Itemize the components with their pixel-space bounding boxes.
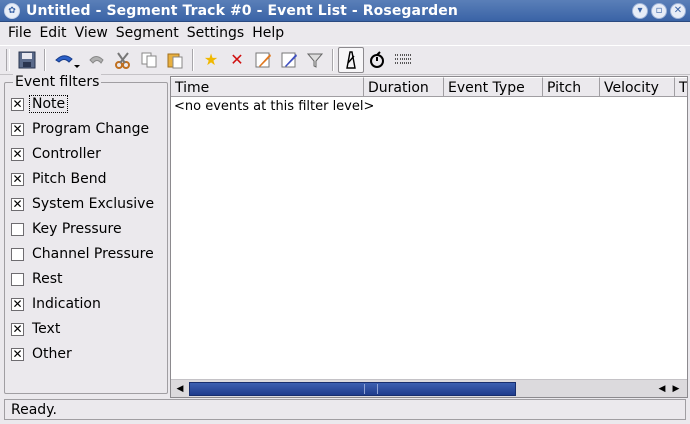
- close-icon[interactable]: ✕: [670, 3, 686, 19]
- rosegarden-icon[interactable]: ✿: [4, 2, 20, 19]
- title-bar[interactable]: ✿ Untitled - Segment Track #0 - Event Li…: [0, 0, 690, 22]
- filter-text[interactable]: ✕ Text: [11, 319, 60, 339]
- paste-icon[interactable]: [162, 47, 188, 73]
- status-text: Ready.: [11, 401, 57, 418]
- horizontal-scrollbar[interactable]: ◀ ◀ ▶: [171, 379, 687, 397]
- scrollbar-thumb[interactable]: [189, 382, 516, 396]
- delete-icon[interactable]: ✕: [224, 47, 250, 73]
- copy-icon[interactable]: [136, 47, 162, 73]
- column-pitch[interactable]: Pitch: [543, 77, 600, 97]
- filter-label: Other: [32, 346, 72, 362]
- checkbox-system-exclusive[interactable]: ✕: [11, 197, 24, 211]
- cut-icon[interactable]: [110, 47, 136, 73]
- column-t[interactable]: T: [675, 77, 687, 97]
- redo-icon[interactable]: [84, 47, 110, 73]
- menu-file[interactable]: File: [4, 25, 35, 41]
- checkbox-note[interactable]: ✕: [11, 97, 24, 111]
- filter-other[interactable]: ✕ Other: [11, 344, 72, 364]
- filter-rest[interactable]: Rest: [11, 269, 63, 289]
- insert-icon[interactable]: ★: [198, 47, 224, 73]
- checkbox-key-pressure[interactable]: [11, 222, 24, 236]
- minimize-icon[interactable]: ▾: [632, 3, 648, 19]
- checkbox-other[interactable]: ✕: [11, 347, 24, 361]
- toolbar-separator: [192, 49, 194, 71]
- scroll-right-icon[interactable]: ▶: [669, 382, 683, 396]
- filter-label: Text: [32, 321, 61, 337]
- filter-system-exclusive[interactable]: ✕ System Exclusive: [11, 194, 154, 214]
- window-title: Untitled - Segment Track #0 - Event List…: [26, 2, 458, 19]
- filter-label: Indication: [32, 296, 101, 312]
- tempo-icon[interactable]: [338, 47, 364, 73]
- checkbox-indication[interactable]: ✕: [11, 297, 24, 311]
- scroll-left-end-icon[interactable]: ◀: [655, 382, 669, 396]
- filter-label: Key Pressure: [32, 221, 122, 237]
- filter-indication[interactable]: ✕ Indication: [11, 294, 101, 314]
- checkbox-channel-pressure[interactable]: [11, 247, 24, 261]
- column-duration[interactable]: Duration: [364, 77, 444, 97]
- menu-view[interactable]: View: [71, 25, 112, 41]
- maximize-icon[interactable]: ▫: [651, 3, 667, 19]
- column-time[interactable]: Time: [171, 77, 364, 97]
- filter-label: Program Change: [32, 121, 150, 137]
- filter-icon[interactable]: [302, 47, 328, 73]
- checkbox-program-change[interactable]: ✕: [11, 122, 24, 136]
- filter-channel-pressure[interactable]: Channel Pressure: [11, 244, 154, 264]
- checkbox-text[interactable]: ✕: [11, 322, 24, 336]
- status-bar: Ready.: [4, 399, 686, 420]
- filter-label: Pitch Bend: [32, 171, 107, 187]
- filter-label: Rest: [32, 271, 63, 287]
- list-icon[interactable]: [390, 47, 416, 73]
- undo-icon[interactable]: [50, 47, 84, 73]
- event-list[interactable]: Time Duration Event Type Pitch Velocity …: [170, 76, 688, 398]
- filter-label: Controller: [32, 146, 101, 162]
- toolbar: ★ ✕: [0, 45, 690, 75]
- empty-list-message: <no events at this filter level>: [174, 99, 375, 114]
- toolbar-separator: [332, 49, 334, 71]
- filter-controller[interactable]: ✕ Controller: [11, 144, 101, 164]
- checkbox-pitch-bend[interactable]: ✕: [11, 172, 24, 186]
- scroll-left-icon[interactable]: ◀: [173, 382, 187, 396]
- column-event-type[interactable]: Event Type: [444, 77, 543, 97]
- toolbar-handle[interactable]: [6, 49, 10, 71]
- menu-bar: File Edit View Segment Settings Help: [0, 22, 690, 44]
- filter-pitch-bend[interactable]: ✕ Pitch Bend: [11, 169, 107, 189]
- edit-icon[interactable]: [250, 47, 276, 73]
- menu-edit[interactable]: Edit: [35, 25, 70, 41]
- toolbar-separator: [44, 49, 46, 71]
- save-icon[interactable]: [14, 47, 40, 73]
- column-velocity[interactable]: Velocity: [600, 77, 675, 97]
- menu-help[interactable]: Help: [248, 25, 288, 41]
- event-filters-title: Event filters: [13, 74, 102, 90]
- time-signature-icon[interactable]: [364, 47, 390, 73]
- edit-advanced-icon[interactable]: [276, 47, 302, 73]
- filter-label: System Exclusive: [32, 196, 155, 212]
- filter-label: Note: [29, 95, 69, 113]
- scrollbar-grip: [364, 384, 378, 394]
- filter-label: Channel Pressure: [32, 246, 154, 262]
- filter-key-pressure[interactable]: Key Pressure: [11, 219, 122, 239]
- menu-settings[interactable]: Settings: [183, 25, 248, 41]
- checkbox-controller[interactable]: ✕: [11, 147, 24, 161]
- filter-program-change[interactable]: ✕ Program Change: [11, 119, 149, 139]
- filter-note[interactable]: ✕ Note: [11, 94, 69, 114]
- menu-segment[interactable]: Segment: [112, 25, 183, 41]
- checkbox-rest[interactable]: [11, 272, 24, 286]
- event-list-header: Time Duration Event Type Pitch Velocity …: [171, 77, 687, 97]
